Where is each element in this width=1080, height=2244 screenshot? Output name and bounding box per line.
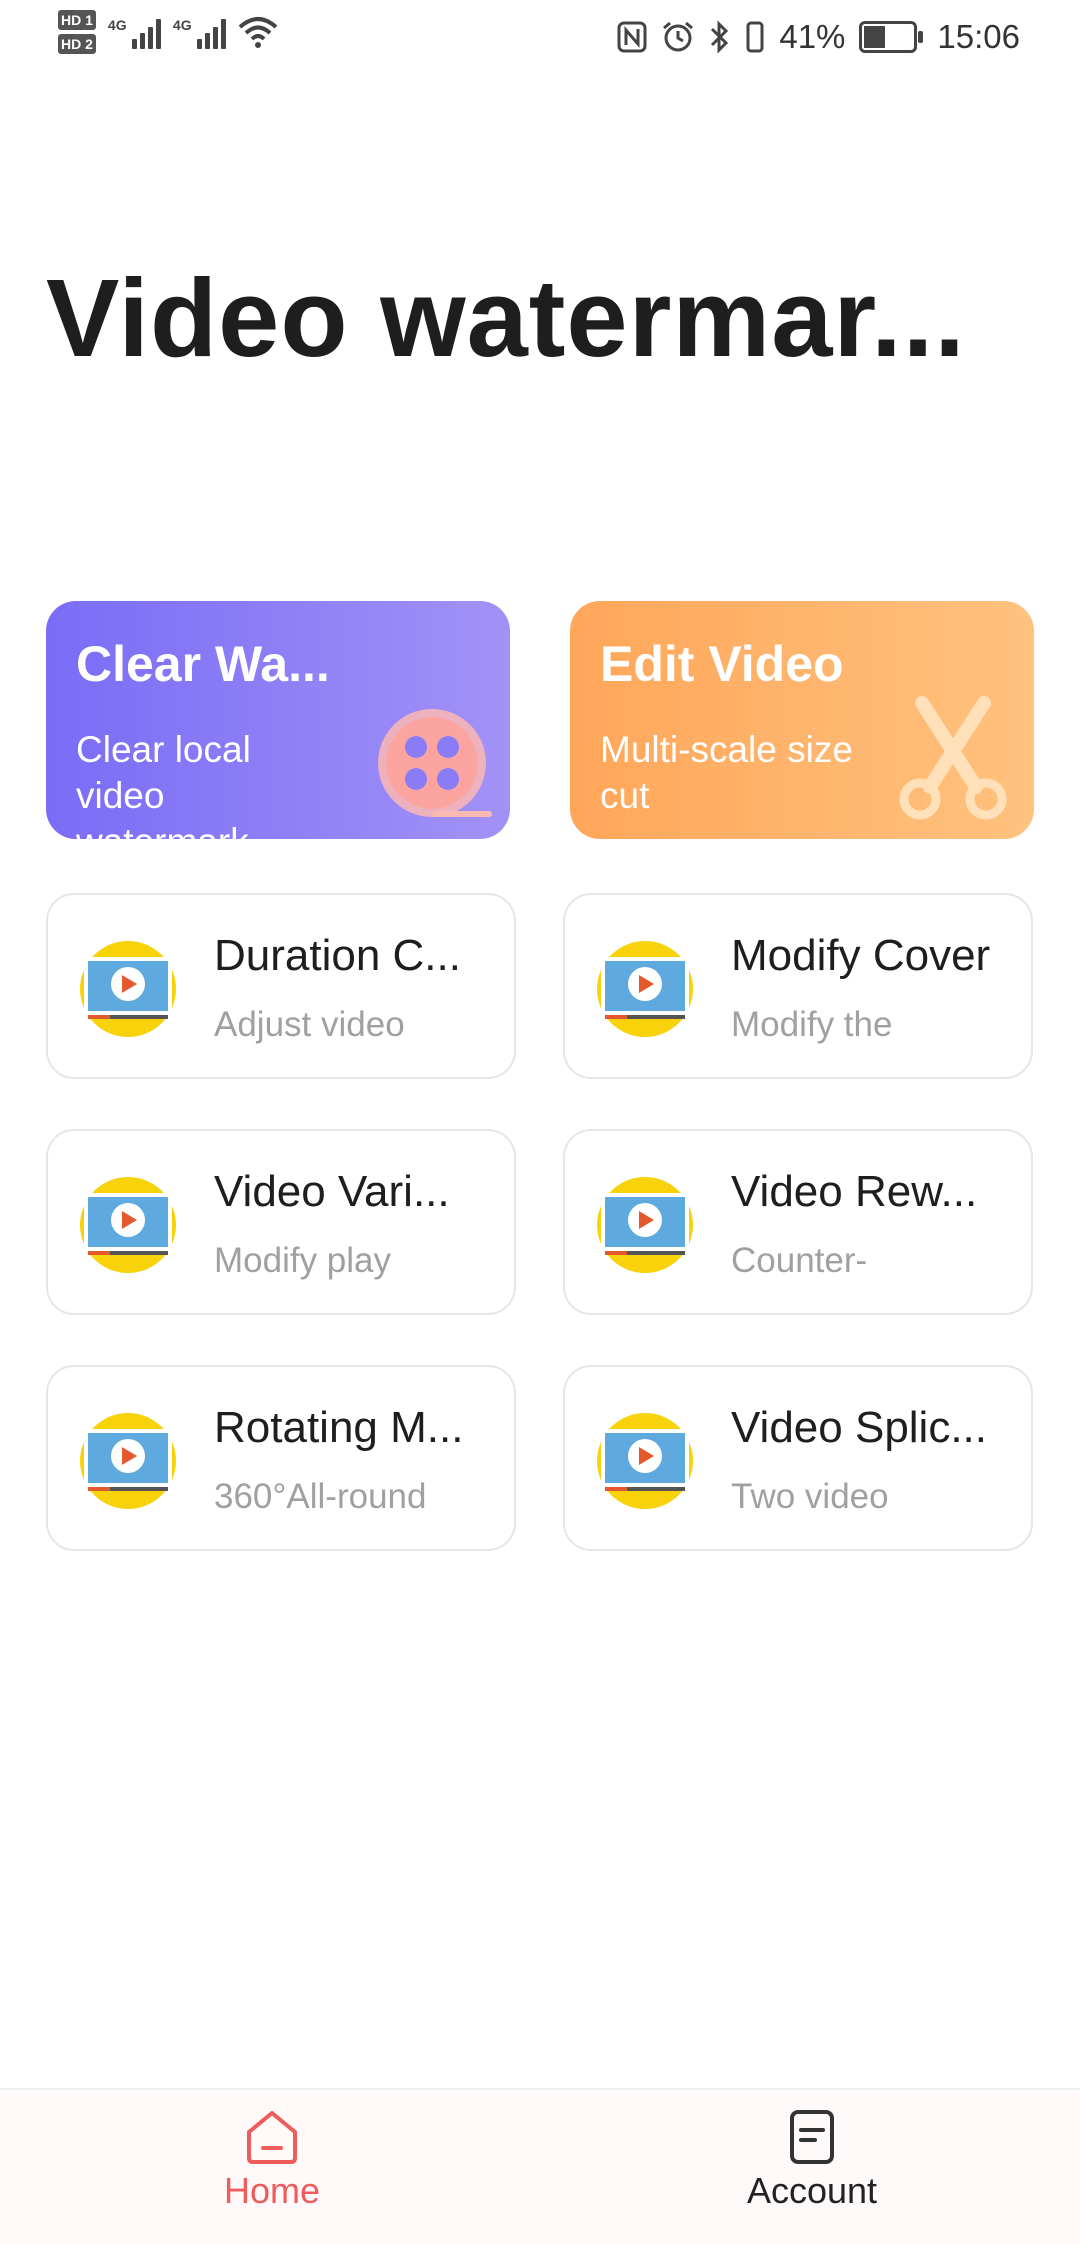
- alarm-icon: [663, 21, 694, 52]
- video-play-icon: [80, 1177, 176, 1273]
- tool-name: Duration C...: [214, 931, 461, 980]
- clock-time: 15:06: [937, 18, 1020, 55]
- tool-name: Video Rew...: [731, 1167, 978, 1216]
- bottom-nav: Home Account: [0, 2088, 1080, 2244]
- video-play-icon: [597, 941, 693, 1037]
- video-splice-card[interactable]: Video Splic... Two video: [563, 1365, 1033, 1551]
- status-bar: HD 1 HD 2 4G 4G 41% 15:06: [0, 0, 1080, 82]
- duration-cut-card[interactable]: Duration C... Adjust video: [46, 893, 516, 1079]
- wifi-icon: [238, 17, 278, 48]
- scissors-icon: [899, 696, 1007, 820]
- nav-home-label: Home: [223, 2170, 321, 2211]
- tool-name: Modify Cover: [731, 931, 991, 980]
- modify-cover-card[interactable]: Modify Cover Modify the: [563, 893, 1033, 1079]
- app-screen: HD 1 HD 2 4G 4G 41% 15:06 Video watermar…: [0, 0, 1080, 2244]
- video-play-icon: [80, 1413, 176, 1509]
- tool-desc: Two video: [731, 1477, 889, 1516]
- video-play-icon: [597, 1413, 693, 1509]
- tool-desc: Adjust video: [214, 1005, 405, 1044]
- tool-name: Video Splic...: [731, 1403, 988, 1452]
- tool-name: Video Vari...: [214, 1167, 450, 1216]
- page-title: Video watermar...: [46, 257, 966, 380]
- status-left: HD 1 HD 2 4G 4G: [58, 10, 278, 54]
- video-rewind-card[interactable]: Video Rew... Counter-: [563, 1129, 1033, 1315]
- nav-account-label: Account: [746, 2170, 878, 2211]
- sim2-badge: HD 2: [58, 34, 96, 54]
- nav-account[interactable]: Account: [662, 2108, 962, 2212]
- rotating-mirror-card[interactable]: Rotating M... 360°All-round: [46, 1365, 516, 1551]
- home-icon: [247, 2111, 297, 2164]
- network2-label: 4G: [172, 17, 192, 33]
- battery-percent: 41%: [779, 18, 846, 55]
- feature-subtitle: Clear local video watermark: [76, 729, 251, 839]
- signal-icon-2: 4G: [173, 15, 226, 49]
- nav-home[interactable]: Home: [122, 2108, 422, 2212]
- account-icon: [790, 2110, 834, 2164]
- feature-title: Edit Video: [600, 636, 844, 692]
- vibrate-icon: [746, 21, 764, 53]
- video-variable-speed-card[interactable]: Video Vari... Modify play: [46, 1129, 516, 1315]
- tool-name: Rotating M...: [214, 1403, 464, 1452]
- feature-subtitle: Multi-scale size cut: [600, 729, 853, 816]
- battery-icon: [859, 21, 924, 53]
- status-right: 41% 15:06: [617, 18, 1020, 56]
- tool-desc: 360°All-round: [214, 1477, 427, 1516]
- edit-video-card[interactable]: Edit Video Multi-scale size cut: [570, 601, 1034, 839]
- tool-desc: Counter-: [731, 1241, 868, 1280]
- signal-icon: 4G: [108, 15, 161, 49]
- tool-desc: Modify the: [731, 1005, 893, 1044]
- clear-watermark-card[interactable]: Clear Wa... Clear local video watermark: [46, 601, 510, 839]
- video-play-icon: [80, 941, 176, 1037]
- network1-label: 4G: [107, 17, 127, 33]
- bluetooth-icon: [711, 20, 729, 54]
- video-play-icon: [597, 1177, 693, 1273]
- tool-desc: Modify play: [214, 1241, 392, 1280]
- sim-indicators: HD 1 HD 2: [58, 10, 96, 54]
- sim1-badge: HD 1: [58, 10, 96, 30]
- feature-title: Clear Wa...: [76, 636, 330, 692]
- film-reel-icon: [378, 709, 492, 817]
- nfc-icon: [617, 21, 647, 53]
